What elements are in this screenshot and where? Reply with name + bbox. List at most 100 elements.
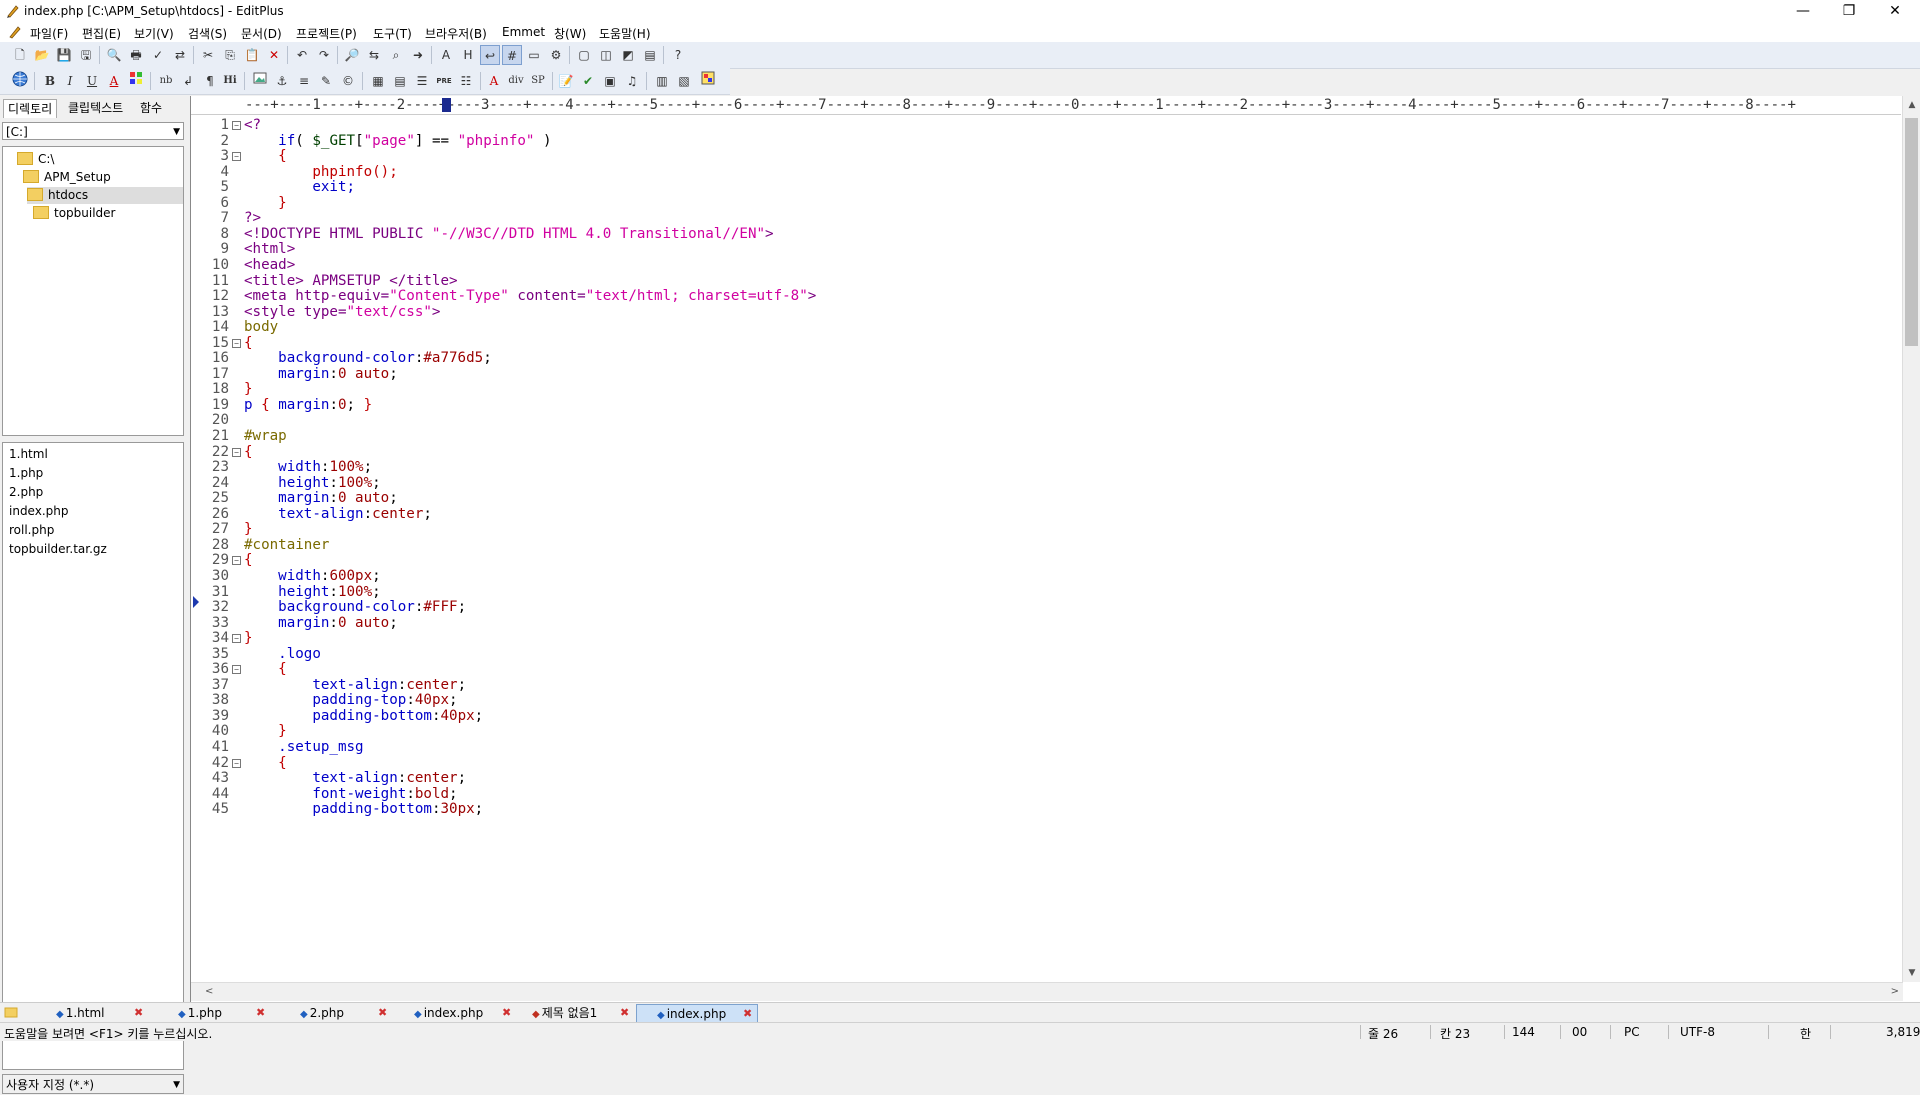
save-icon[interactable]: 💾 [54,45,74,65]
layout-icon[interactable]: ▧ [674,71,694,91]
frame-icon[interactable]: ▥ [652,71,672,91]
doc-tab-active[interactable]: ◆ index.php ✖ [636,1004,758,1024]
list-item[interactable]: roll.php [9,521,54,540]
italic-button[interactable]: I [60,71,80,91]
fold-toggle-icon[interactable]: − [232,758,241,768]
ruler-icon[interactable]: ▭ [524,45,544,65]
code-line[interactable]: 45 padding-bottom:30px; [191,800,1891,819]
find-in-files-icon[interactable]: ⌕ [386,45,406,65]
drive-select[interactable]: [C:] ▼ [2,122,184,140]
edit-doc-icon[interactable]: 📝 [556,71,576,91]
close-tab-icon[interactable]: ✖ [502,1004,511,1022]
fold-toggle-icon[interactable]: − [232,121,241,130]
print-preview-icon[interactable]: 🔍 [104,45,124,65]
open-file-icon[interactable]: 📂 [32,45,52,65]
print-icon[interactable]: 🖶 [126,45,146,65]
close-tab-icon[interactable]: ✖ [134,1004,143,1022]
list-item[interactable]: 1.html [9,445,48,464]
vertical-scrollbar[interactable]: ▲ ▼ [1902,96,1920,982]
menu-search[interactable]: 검색(S) [188,25,227,42]
save-all-icon[interactable]: 🖫 [76,45,96,65]
heading-button[interactable]: Hi [220,71,240,91]
color-grid-icon[interactable] [126,71,146,91]
colorful-grid-icon[interactable] [698,71,718,91]
div-button[interactable]: div [506,71,526,91]
check-icon[interactable]: ✔ [578,71,598,91]
status-eol[interactable]: PC [1624,1025,1640,1039]
paragraph-button[interactable]: ¶ [200,71,220,91]
scroll-right-icon[interactable]: > [1891,983,1899,1001]
ftp-icon[interactable]: ⇄ [170,45,190,65]
file-filter-select[interactable]: 사용자 지정 (*.*) ▼ [2,1074,184,1094]
menu-emmet[interactable]: Emmet [502,25,545,39]
fold-toggle-icon[interactable]: − [232,556,241,566]
table-icon[interactable]: ▦ [368,71,388,91]
code-area[interactable]: 1− <? 2 if( $_GET["page"] == "phpinfo" ) 3−… [191,116,1901,982]
find-icon[interactable]: 🔎 [342,45,362,65]
tree-item-htdocs[interactable]: htdocs [27,187,183,204]
help-icon[interactable]: ? [668,45,688,65]
close-tab-icon[interactable]: ✖ [378,1004,387,1022]
image-icon[interactable] [250,71,270,91]
doc-tab[interactable]: ◆ 제목 없음1 ✖ [532,1004,632,1022]
new-file-icon[interactable]: 🗋 [10,45,30,65]
list-item[interactable]: topbuilder.tar.gz [9,540,107,559]
bold-button[interactable]: B [40,71,60,91]
menu-view[interactable]: 보기(V) [134,25,174,42]
line-break-icon[interactable]: ↲ [178,71,198,91]
close-button[interactable]: ✕ [1872,0,1918,22]
copyright-icon[interactable]: © [338,71,358,91]
font-icon[interactable]: A [436,45,456,65]
document-pen-icon[interactable] [8,25,22,39]
scroll-left-icon[interactable]: < [205,983,213,1001]
media-icon[interactable]: ▣ [600,71,620,91]
window-icon[interactable]: ▢ [574,45,594,65]
menu-edit[interactable]: 편집(E) [82,25,121,42]
menu-file[interactable]: 파일(F) [30,25,68,42]
globe-icon[interactable] [10,71,30,91]
center-icon[interactable]: ☰ [412,71,432,91]
font-tag-icon[interactable]: A [484,71,504,91]
hr-icon[interactable]: ≡ [294,71,314,91]
copy-icon[interactable]: ⎘ [220,45,240,65]
fold-toggle-icon[interactable]: − [232,338,241,348]
redo-icon[interactable]: ↷ [314,45,334,65]
scroll-down-icon[interactable]: ▼ [1903,964,1920,982]
line-numbers-icon[interactable]: # [502,45,522,65]
list-item[interactable]: index.php [9,502,68,521]
tree-item-topbuilder[interactable]: topbuilder [33,205,116,222]
tab-functions[interactable]: 함수 [136,99,166,117]
underline-button[interactable]: U [82,71,102,91]
scroll-up-icon[interactable]: ▲ [1903,96,1920,114]
menu-help[interactable]: 도움말(H) [599,25,651,42]
paste-icon[interactable]: 📋 [242,45,262,65]
music-icon[interactable]: ♫ [622,71,642,91]
goto-icon[interactable]: ➜ [408,45,428,65]
split-icon[interactable]: ◫ [596,45,616,65]
tree-item-c[interactable]: C:\ [17,151,54,168]
word-wrap-icon[interactable]: ↩ [480,45,500,65]
horizontal-scrollbar[interactable]: < > [191,982,1903,1001]
doc-tab[interactable]: ◆ 1.php ✖ [178,1004,268,1022]
nbsp-button[interactable]: nb [156,71,176,91]
highlight-icon[interactable]: ✎ [316,71,336,91]
folder-icon[interactable] [4,1005,18,1019]
heading-icon[interactable]: H [458,45,478,65]
undo-icon[interactable]: ↶ [292,45,312,65]
close-tab-icon[interactable]: ✖ [620,1004,629,1022]
menu-tools[interactable]: 도구(T) [373,25,412,42]
settings-icon[interactable]: ⚙ [546,45,566,65]
status-line[interactable]: 줄 26 [1368,1025,1398,1042]
menu-project[interactable]: 프로젝트(P) [296,25,357,42]
close-tab-icon[interactable]: ✖ [256,1004,265,1022]
spell-check-icon[interactable]: ✓ [148,45,168,65]
tab-cliptext[interactable]: 클립텍스트 [64,99,127,117]
fold-toggle-icon[interactable]: − [232,447,241,457]
span-button[interactable]: SP [528,71,548,91]
list-icon[interactable]: ☷ [456,71,476,91]
scroll-thumb[interactable] [1905,118,1918,346]
status-column[interactable]: 칸 23 [1440,1025,1470,1042]
font-color-button[interactable]: A [104,71,124,91]
doc-tab[interactable]: ◆ 1.html ✖ [56,1004,146,1022]
delete-icon[interactable]: ✕ [264,45,284,65]
